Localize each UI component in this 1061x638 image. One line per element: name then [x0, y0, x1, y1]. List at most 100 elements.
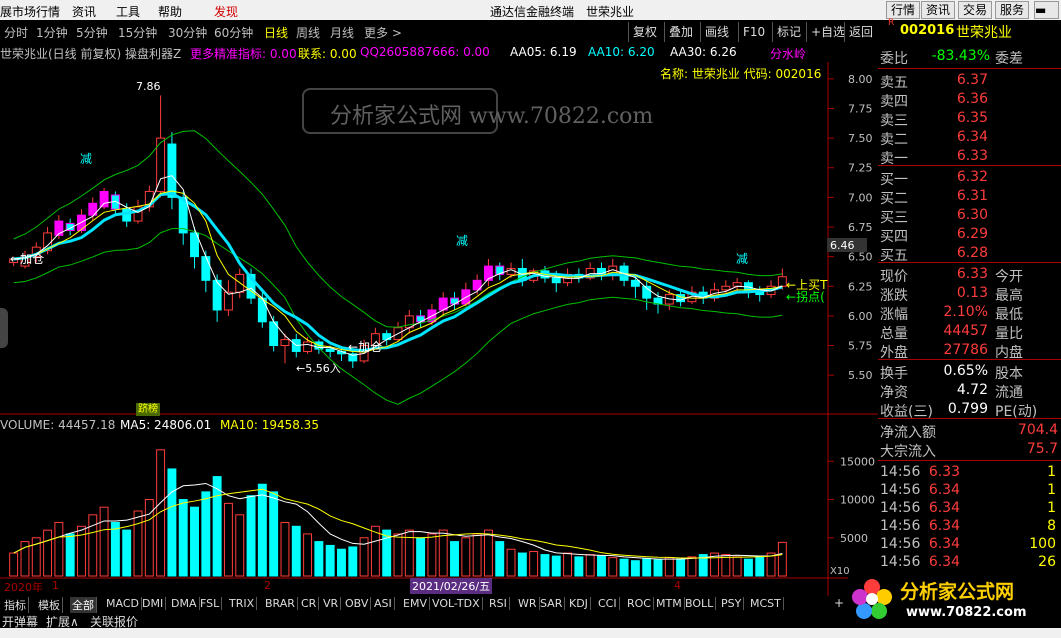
period-daily[interactable]: 日线	[264, 24, 288, 41]
menu-bar: 展市场行情 资讯 工具 帮助 发现 通达信金融终端 世荣兆业 行情 资讯 交易 …	[0, 0, 1061, 20]
indicator-tab[interactable]: KDJ	[567, 597, 591, 610]
volume-bar	[438, 529, 448, 577]
period-5min[interactable]: 5分钟	[76, 24, 108, 41]
indicator-tab[interactable]: BRAR	[263, 597, 298, 610]
indicator-tab[interactable]: TRIX	[227, 597, 258, 610]
aa05-value: AA05: 6.19	[510, 45, 577, 59]
menu-help[interactable]: 帮助	[158, 3, 182, 20]
tool-mark[interactable]: 标记	[772, 22, 805, 42]
volume-bar	[461, 537, 471, 577]
tool-f10[interactable]: F10	[738, 22, 769, 42]
volume-bar	[472, 533, 482, 577]
qq-value: QQ2605887666: 0.00	[360, 45, 490, 59]
quote-panel: R 002016 世荣兆业 委比 -83.43% 委差 卖五 6.37 卖四 6.36…	[878, 18, 1061, 580]
guaidian-label: ←拐点(	[786, 290, 825, 304]
indicator-tab[interactable]: MCST	[748, 597, 784, 610]
indicator-tab[interactable]: 全部	[70, 597, 97, 613]
add-tab-icon[interactable]: +	[834, 596, 844, 610]
volume-bar	[133, 510, 143, 577]
indicator-tab[interactable]: SAR	[538, 597, 566, 610]
indicator-tab[interactable]: ASI	[372, 597, 395, 610]
price-tick-label: 7.50	[848, 132, 873, 145]
low-annotation: ←5.56入	[296, 362, 341, 375]
tool-draw[interactable]: 画线	[700, 22, 733, 42]
vol-ma5-value: MA5: 24806.01	[120, 418, 212, 432]
jian-label-3: 减	[736, 252, 749, 266]
volume-bar	[122, 529, 132, 577]
sells-row: 卖五 6.37	[880, 72, 988, 91]
indicator-tab[interactable]: EMV	[401, 597, 430, 610]
indicator-tab[interactable]: OBV	[343, 597, 372, 610]
candle-body	[257, 297, 267, 323]
minimize-icon[interactable]: ▬	[1034, 1, 1059, 19]
period-monthly[interactable]: 月线	[330, 24, 354, 41]
volume-bar	[167, 468, 177, 577]
volume-bar	[303, 533, 313, 577]
indicator-tab[interactable]: WR	[516, 597, 540, 610]
btn-service[interactable]: 服务	[995, 1, 1030, 19]
stock-title: 世荣兆业	[586, 5, 635, 19]
period-fenshi[interactable]: 分时	[4, 24, 28, 41]
btn-trade[interactable]: 交易	[958, 1, 993, 19]
kline-chart[interactable]: 8.00 7.75 7.50 7.25 7.00 6.75 6.50 6.25 6.00 5.75…	[0, 62, 878, 596]
indicator-tab[interactable]: VOL-TDX	[430, 597, 483, 610]
volume-bar	[732, 556, 742, 577]
band-lower	[13, 228, 783, 405]
indicator-tab[interactable]: ROC	[625, 597, 654, 610]
tool-fuquan[interactable]: 复权	[628, 22, 661, 42]
period-30min[interactable]: 30分钟	[168, 24, 207, 41]
volume-bar	[597, 555, 606, 577]
ticks-row: 14:56 6.33 1	[880, 464, 1056, 480]
menu-discover[interactable]: 发现	[214, 3, 238, 20]
period-60min[interactable]: 60分钟	[214, 24, 253, 41]
volume-bar	[212, 476, 222, 577]
indicator-tab[interactable]: VR	[321, 597, 342, 610]
flow-row: 净流入额 704.4	[880, 422, 1058, 441]
candle-body	[483, 265, 493, 281]
indicator-tab[interactable]: BOLL	[683, 597, 717, 610]
stats2-row: 换手 0.65% 股本	[880, 363, 1023, 382]
indicator-tab[interactable]: PSY	[719, 597, 745, 610]
indicator-tab[interactable]: DMA	[169, 597, 200, 610]
period-weekly[interactable]: 周线	[296, 24, 320, 41]
btn-quote[interactable]: 行情	[886, 1, 921, 19]
menu-market[interactable]: 展市场行情	[0, 3, 60, 20]
indicator-info-bar: 世荣兆业(日线 前复权) 操盘利器Z 更多精准指标: 0.00 联系: 0.00…	[0, 42, 828, 81]
volume-value: VOLUME: 44457.18	[0, 418, 116, 432]
indicator-tab[interactable]: RSI	[487, 597, 510, 610]
btn-news[interactable]: 资讯	[921, 1, 956, 19]
r-badge: R	[888, 18, 895, 28]
date-start: 2020年	[4, 581, 43, 594]
tool-add-favorite[interactable]: +自选	[806, 22, 849, 42]
indicator-tab[interactable]: FSL	[198, 597, 223, 610]
indicator-tab[interactable]: 模板	[36, 597, 63, 613]
period-15min[interactable]: 15分钟	[118, 24, 157, 41]
volume-bar	[246, 495, 256, 577]
candle-body	[99, 190, 109, 208]
stats-row: 现价 6.33 今开	[880, 266, 1023, 285]
candle-body	[325, 348, 335, 352]
period-more[interactable]: 更多 >	[364, 24, 402, 41]
tool-overlay[interactable]: 叠加	[664, 22, 697, 42]
indicator-tab[interactable]: 指标	[2, 597, 29, 613]
volume-bar	[201, 491, 211, 577]
candle-body	[450, 297, 459, 305]
indicator-tab[interactable]: CR	[299, 597, 320, 610]
period-1min[interactable]: 1分钟	[36, 24, 68, 41]
menu-news[interactable]: 资讯	[72, 3, 96, 20]
tool-back[interactable]: 返回	[844, 22, 877, 42]
vol-ma10-value: MA10: 19458.35	[220, 418, 319, 432]
indicator-tab[interactable]: MTM	[654, 597, 685, 610]
indicator-tab[interactable]: CCI	[596, 597, 620, 610]
side-panel-handle[interactable]	[0, 308, 8, 348]
volume-bar	[110, 521, 120, 577]
cursor-date: 2021/02/26/五	[410, 578, 493, 594]
indicator-tab[interactable]: DMI	[140, 597, 167, 610]
volume-bar	[65, 533, 75, 577]
volume-bar	[190, 506, 199, 577]
volume-bar	[653, 559, 663, 577]
stats-row: 涨跌 0.13 最高	[880, 285, 1023, 304]
flow-row: 大宗流入 75.7	[880, 441, 1058, 460]
menu-tools[interactable]: 工具	[116, 3, 140, 20]
indicator-tab[interactable]: MACD	[104, 597, 142, 610]
